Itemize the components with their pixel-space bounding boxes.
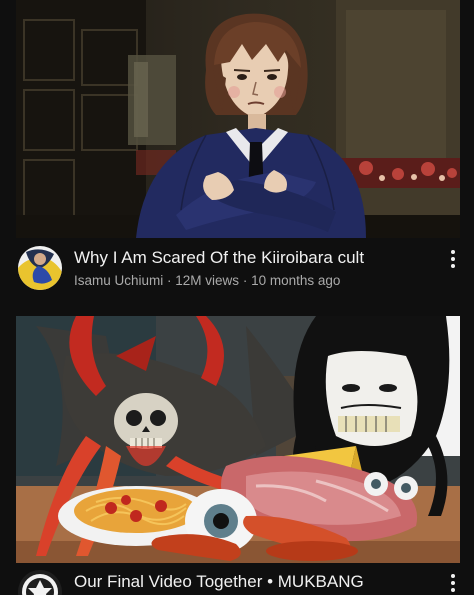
kebab-dot	[451, 257, 455, 261]
avatar-image	[18, 570, 62, 595]
kebab-dot	[451, 250, 455, 254]
video-feed: Why I Am Scared Of the Kiiroibara cult I…	[0, 0, 474, 595]
more-options-icon[interactable]	[446, 572, 460, 594]
video-title[interactable]: Our Final Video Together • MUKBANG	[74, 571, 430, 593]
video-meta: Our Final Video Together • MUKBANG	[16, 566, 460, 595]
channel-avatar-crest[interactable]	[18, 570, 62, 595]
view-count: 12M views	[175, 273, 240, 288]
anime-character-thumbnail	[16, 0, 460, 238]
channel-avatar-blue-yellow[interactable]	[18, 246, 62, 290]
kebab-dot	[451, 588, 455, 592]
separator-dot: ·	[163, 273, 176, 288]
channel-name[interactable]: Isamu Uchiumi	[74, 273, 163, 288]
upload-age: 10 months ago	[251, 273, 341, 288]
avatar-image	[18, 246, 62, 290]
video-thumbnail[interactable]	[16, 316, 460, 563]
video-thumbnail[interactable]	[16, 0, 460, 238]
video-meta: Why I Am Scared Of the Kiiroibara cult I…	[16, 244, 460, 296]
kebab-dot	[451, 574, 455, 578]
kebab-dot	[451, 581, 455, 585]
video-subtitle: Isamu Uchiumi · 12M views · 10 months ag…	[74, 272, 340, 290]
video-title[interactable]: Why I Am Scared Of the Kiiroibara cult	[74, 247, 430, 269]
more-options-icon[interactable]	[446, 248, 460, 270]
mukbang-horror-thumbnail	[16, 316, 460, 563]
kebab-dot	[451, 264, 455, 268]
separator-dot: ·	[239, 273, 252, 288]
